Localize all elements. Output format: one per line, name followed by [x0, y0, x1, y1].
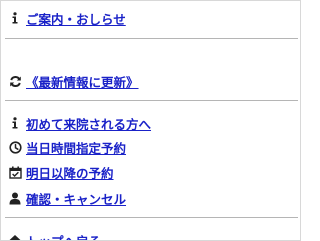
first-visit-link[interactable]: 初めて来院される方へ [1, 113, 151, 133]
info-icon [8, 11, 22, 25]
first-visit-link-label[interactable]: 初めて来院される方へ [26, 114, 151, 133]
info-link[interactable]: ご案内・おしらせ [1, 8, 126, 28]
refresh-link[interactable]: 《最新情報に更新》 [1, 71, 139, 91]
future-reservation-link-label[interactable]: 明日以降の予約 [26, 163, 114, 182]
divider [5, 38, 298, 39]
menu-panel: ご案内・おしらせ 《最新情報に更新》 初めて来院される方へ 当日時間指定予約 明… [0, 0, 301, 241]
confirm-cancel-link[interactable]: 確認・キャンセル [1, 188, 126, 208]
info-link-label[interactable]: ご案内・おしらせ [26, 9, 126, 28]
calendar-check-icon [8, 165, 22, 179]
confirm-cancel-link-label[interactable]: 確認・キャンセル [26, 189, 126, 208]
refresh-icon [8, 74, 22, 88]
back-to-top-link-label[interactable]: トップへ戻る [26, 231, 101, 241]
divider [5, 100, 298, 101]
refresh-link-label[interactable]: 《最新情報に更新》 [26, 72, 139, 91]
user-icon [8, 191, 22, 205]
future-reservation-link[interactable]: 明日以降の予約 [1, 162, 114, 182]
info-icon [8, 116, 22, 130]
back-to-top-link[interactable]: トップへ戻る [1, 230, 101, 241]
today-reservation-link[interactable]: 当日時間指定予約 [1, 137, 126, 157]
home-icon [8, 233, 22, 240]
divider [5, 217, 298, 218]
today-reservation-link-label[interactable]: 当日時間指定予約 [26, 138, 126, 157]
clock-icon [8, 140, 22, 154]
